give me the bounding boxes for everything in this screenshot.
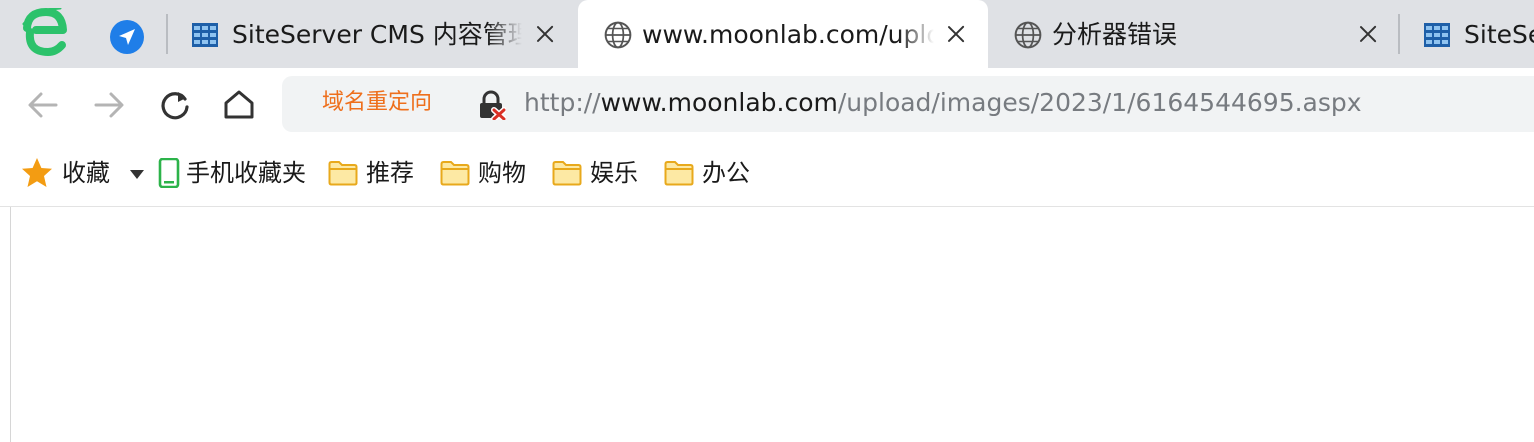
domain-redirect-label[interactable]: 域名重定向 xyxy=(322,89,432,117)
folder-label: 娱乐 xyxy=(590,159,638,187)
tab-parser-error[interactable]: 分析器错误 xyxy=(988,0,1398,68)
folder-label: 推荐 xyxy=(366,159,414,187)
arrow-right-icon[interactable] xyxy=(92,88,126,122)
url-host: www.moonlab.com xyxy=(600,88,838,117)
tab-moonlab[interactable]: www.moonlab.com/upload xyxy=(578,0,988,68)
browser-e-logo-icon[interactable] xyxy=(22,6,68,58)
url-path: /upload/images/2023/1/6164544695.aspx xyxy=(837,88,1362,117)
tab-label: SiteServer xyxy=(1464,20,1534,49)
bookmarks-bar: 收藏 手机收藏夹 推荐 购物 娱乐 办公 xyxy=(0,140,1534,207)
arrow-left-icon[interactable] xyxy=(26,88,60,122)
close-tab-icon[interactable] xyxy=(1356,22,1380,46)
folder-icon xyxy=(440,161,470,186)
bookmark-folder-recommend[interactable]: 推荐 xyxy=(328,156,414,190)
favorites-label: 收藏 xyxy=(62,159,110,187)
tab-separator xyxy=(166,14,168,54)
globe-icon xyxy=(604,21,632,49)
star-icon xyxy=(22,158,52,187)
close-tab-icon[interactable] xyxy=(533,22,557,46)
close-tab-icon[interactable] xyxy=(944,22,968,46)
globe-icon xyxy=(1014,21,1042,49)
tab-siteserver[interactable]: SiteServer CMS 内容管理系统 xyxy=(178,0,574,68)
page-content xyxy=(0,207,1534,442)
content-border xyxy=(10,207,11,442)
home-icon[interactable] xyxy=(222,88,256,122)
tab-separator xyxy=(1398,14,1400,54)
navigation-toolbar: 域名重定向 http://www.moonlab.com/upload/imag… xyxy=(0,68,1534,140)
siteserver-icon xyxy=(1424,23,1450,47)
insecure-lock-icon[interactable] xyxy=(478,90,506,120)
tab-label: www.moonlab.com/upload xyxy=(642,20,934,49)
tab-siteserver-2[interactable]: SiteServer xyxy=(1410,0,1534,68)
reload-icon[interactable] xyxy=(158,88,192,122)
address-bar[interactable]: 域名重定向 http://www.moonlab.com/upload/imag… xyxy=(282,76,1534,132)
bookmark-folder-entertainment[interactable]: 娱乐 xyxy=(552,156,638,190)
folder-icon xyxy=(664,161,694,186)
chevron-down-icon[interactable] xyxy=(130,170,144,179)
tab-label: 分析器错误 xyxy=(1052,20,1178,49)
bookmark-folder-shopping[interactable]: 购物 xyxy=(440,156,526,190)
mobile-favorites[interactable]: 手机收藏夹 xyxy=(158,156,306,190)
siteserver-icon xyxy=(192,23,218,47)
favorites-button[interactable]: 收藏 xyxy=(20,156,110,190)
url-text[interactable]: http://www.moonlab.com/upload/images/202… xyxy=(524,88,1362,118)
url-scheme: http:// xyxy=(524,88,601,117)
folder-icon xyxy=(328,161,358,186)
bookmark-folder-office[interactable]: 办公 xyxy=(664,156,750,190)
folder-label: 办公 xyxy=(702,159,750,187)
tab-strip: SiteServer CMS 内容管理系统 www.moonlab.com/up… xyxy=(0,0,1534,68)
tab-label: SiteServer CMS 内容管理系统 xyxy=(232,20,522,49)
phone-icon xyxy=(158,158,180,188)
mobile-favorites-label: 手机收藏夹 xyxy=(186,159,306,187)
send-icon[interactable] xyxy=(110,20,144,54)
folder-icon xyxy=(552,161,582,186)
folder-label: 购物 xyxy=(478,159,526,187)
